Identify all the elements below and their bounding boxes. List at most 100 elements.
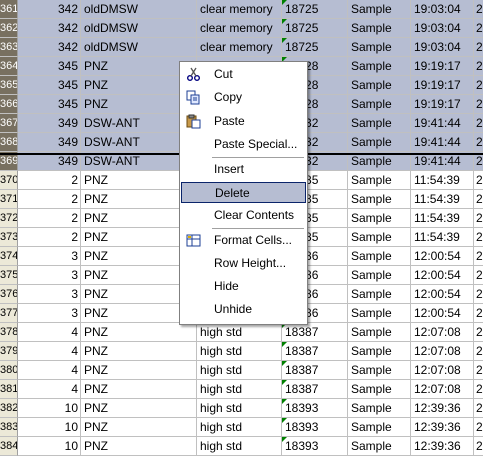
row-header[interactable]: 381 <box>0 380 18 399</box>
cell-col-f[interactable]: 12:39:36 <box>411 437 474 456</box>
cell-col-e[interactable]: Sample <box>348 171 411 190</box>
cell-col-a[interactable]: 10 <box>18 399 81 418</box>
cell-col-b[interactable]: PNZ <box>81 437 197 456</box>
cell-col-g[interactable]: 2 <box>474 437 483 456</box>
table-row[interactable]: 378 4 PNZ high std 18387 Sample 12:07:08 2 <box>0 323 483 342</box>
cell-col-a[interactable]: 342 <box>18 0 81 19</box>
cell-col-g[interactable]: 2 <box>474 399 483 418</box>
cell-col-d[interactable]: 18725 <box>282 19 348 38</box>
table-row[interactable]: 384 10 PNZ high std 18393 Sample 12:39:36 2 <box>0 437 483 456</box>
menu-item-format-cells[interactable]: Format Cells... <box>181 230 306 251</box>
cell-col-f[interactable]: 12:07:08 <box>411 361 474 380</box>
cell-col-a[interactable]: 4 <box>18 342 81 361</box>
cell-col-c[interactable]: high std <box>197 418 282 437</box>
cell-col-e[interactable]: Sample <box>348 133 411 152</box>
table-row[interactable]: 361 342 oldDMSW clear memory 18725 Sample 19:0… <box>0 0 483 19</box>
cell-col-a[interactable]: 10 <box>18 418 81 437</box>
cell-col-f[interactable]: 19:03:04 <box>411 0 474 19</box>
cell-col-g[interactable]: 2 <box>474 171 483 190</box>
cell-col-a[interactable]: 2 <box>18 190 81 209</box>
cell-col-e[interactable]: Sample <box>348 38 411 57</box>
cell-col-d[interactable]: 18393 <box>282 418 348 437</box>
cell-col-b[interactable]: PNZ <box>81 399 197 418</box>
cell-col-a[interactable]: 3 <box>18 285 81 304</box>
cell-col-b[interactable]: oldDMSW <box>81 38 197 57</box>
cell-col-e[interactable]: Sample <box>348 247 411 266</box>
cell-col-f[interactable]: 19:19:17 <box>411 95 474 114</box>
row-header[interactable]: 384 <box>0 437 18 456</box>
cell-col-d[interactable]: 18387 <box>282 361 348 380</box>
cell-col-a[interactable]: 3 <box>18 266 81 285</box>
row-header[interactable]: 368 <box>0 133 18 152</box>
row-header[interactable]: 379 <box>0 342 18 361</box>
cell-col-a[interactable]: 10 <box>18 437 81 456</box>
cell-col-c[interactable]: clear memory <box>197 38 282 57</box>
row-header[interactable]: 373 <box>0 228 18 247</box>
cell-col-g[interactable]: 2 <box>474 228 483 247</box>
cell-col-f[interactable]: 11:54:39 <box>411 171 474 190</box>
menu-item-insert[interactable]: Insert <box>181 159 306 180</box>
menu-item-unhide[interactable]: Unhide <box>181 299 306 320</box>
cell-col-f[interactable]: 11:54:39 <box>411 228 474 247</box>
cell-col-g[interactable]: 2 <box>474 304 483 323</box>
cell-col-g[interactable]: 2 <box>474 323 483 342</box>
menu-item-paste[interactable]: Paste <box>181 111 306 132</box>
cell-col-f[interactable]: 19:41:44 <box>411 133 474 152</box>
row-header[interactable]: 383 <box>0 418 18 437</box>
table-row[interactable]: 380 4 PNZ high std 18387 Sample 12:07:08 2 <box>0 361 483 380</box>
cell-col-f[interactable]: 11:54:39 <box>411 209 474 228</box>
row-header[interactable]: 378 <box>0 323 18 342</box>
cell-col-f[interactable]: 12:07:08 <box>411 380 474 399</box>
cell-col-a[interactable]: 342 <box>18 19 81 38</box>
row-header[interactable]: 366 <box>0 95 18 114</box>
cell-col-f[interactable]: 19:19:17 <box>411 57 474 76</box>
row-header[interactable]: 372 <box>0 209 18 228</box>
row-header[interactable]: 364 <box>0 57 18 76</box>
cell-col-f[interactable]: 12:39:36 <box>411 418 474 437</box>
cell-col-a[interactable]: 4 <box>18 380 81 399</box>
cell-col-g[interactable]: 2 <box>474 133 483 152</box>
cell-col-e[interactable]: Sample <box>348 380 411 399</box>
row-header[interactable]: 375 <box>0 266 18 285</box>
cell-col-e[interactable]: Sample <box>348 19 411 38</box>
cell-col-c[interactable]: high std <box>197 361 282 380</box>
cell-col-g[interactable]: 2 <box>474 76 483 95</box>
menu-item-copy[interactable]: Copy <box>181 87 306 108</box>
table-row[interactable]: 383 10 PNZ high std 18393 Sample 12:39:36 2 <box>0 418 483 437</box>
cell-col-b[interactable]: PNZ <box>81 323 197 342</box>
cell-col-e[interactable]: Sample <box>348 114 411 133</box>
row-header[interactable]: 363 <box>0 38 18 57</box>
cell-col-f[interactable]: 12:00:54 <box>411 285 474 304</box>
cell-col-f[interactable]: 12:07:08 <box>411 323 474 342</box>
cell-col-b[interactable]: PNZ <box>81 380 197 399</box>
cell-col-a[interactable]: 349 <box>18 133 81 152</box>
cell-col-e[interactable]: Sample <box>348 209 411 228</box>
cell-col-g[interactable]: 2 <box>474 247 483 266</box>
cell-col-b[interactable]: PNZ <box>81 342 197 361</box>
cell-col-b[interactable]: PNZ <box>81 418 197 437</box>
cell-col-a[interactable]: 345 <box>18 57 81 76</box>
cell-col-e[interactable]: Sample <box>348 437 411 456</box>
cell-col-a[interactable]: 2 <box>18 228 81 247</box>
cell-col-a[interactable]: 3 <box>18 304 81 323</box>
cell-col-e[interactable]: Sample <box>348 57 411 76</box>
cell-col-g[interactable]: 2 <box>474 190 483 209</box>
cell-col-c[interactable]: high std <box>197 437 282 456</box>
cell-col-d[interactable]: 18393 <box>282 399 348 418</box>
cell-col-d[interactable]: 18387 <box>282 380 348 399</box>
row-header[interactable]: 371 <box>0 190 18 209</box>
cell-col-a[interactable]: 349 <box>18 114 81 133</box>
cell-col-g[interactable]: 2 <box>474 0 483 19</box>
cell-col-g[interactable]: 2 <box>474 266 483 285</box>
row-header[interactable]: 376 <box>0 285 18 304</box>
menu-item-cut[interactable]: Cut <box>181 64 306 85</box>
menu-item-row-height[interactable]: Row Height... <box>181 253 306 274</box>
cell-col-e[interactable]: Sample <box>348 323 411 342</box>
cell-col-e[interactable]: Sample <box>348 399 411 418</box>
cell-col-e[interactable]: Sample <box>348 76 411 95</box>
table-row[interactable]: 362 342 oldDMSW clear memory 18725 Sample 19:0… <box>0 19 483 38</box>
cell-col-a[interactable]: 4 <box>18 361 81 380</box>
cell-col-g[interactable]: 2 <box>474 342 483 361</box>
cell-col-c[interactable]: clear memory <box>197 19 282 38</box>
cell-col-f[interactable]: 19:19:17 <box>411 76 474 95</box>
